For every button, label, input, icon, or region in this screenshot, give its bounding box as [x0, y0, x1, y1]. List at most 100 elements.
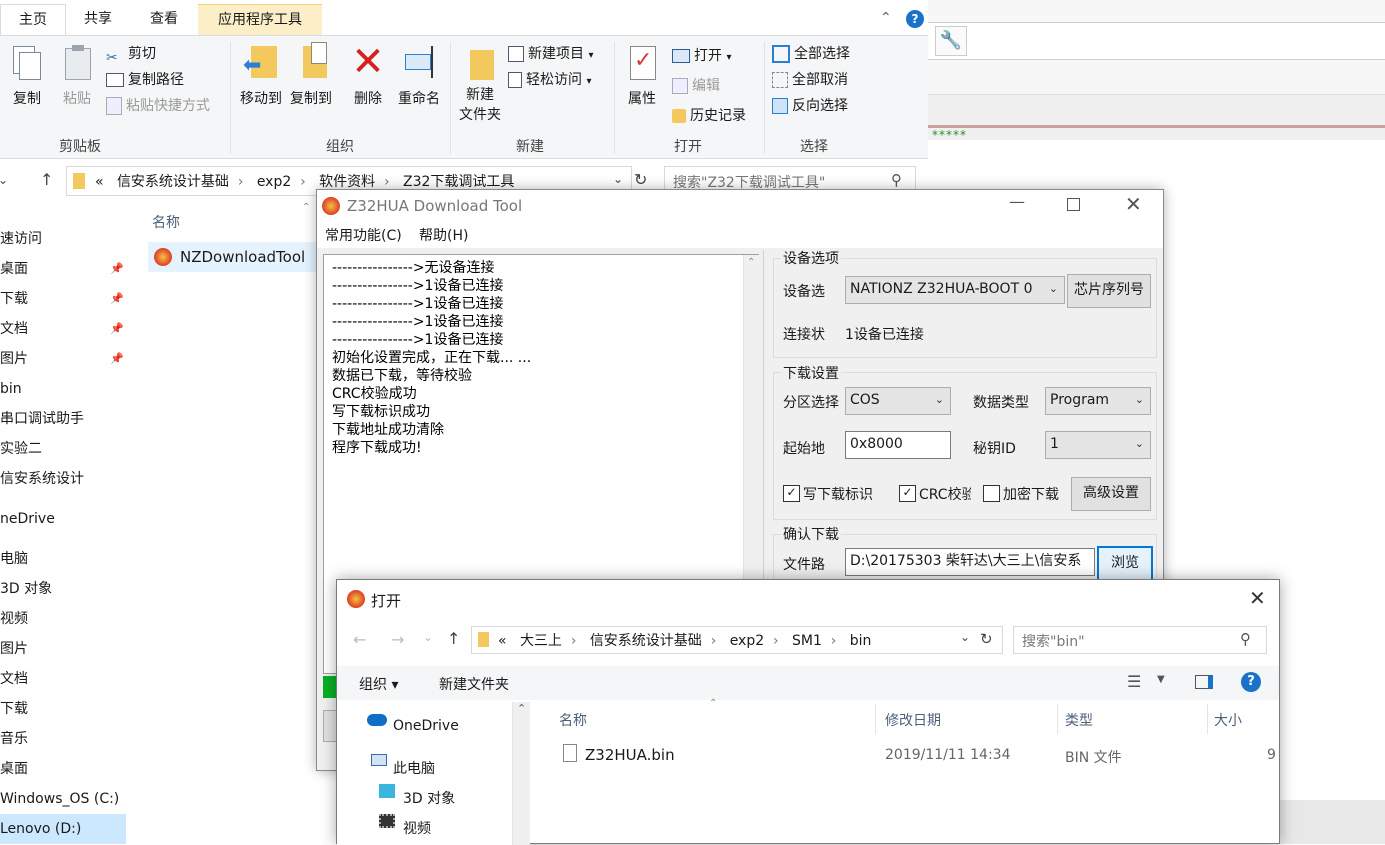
new-item-button[interactable]: 新建项目 ▾	[508, 42, 593, 66]
partition-select[interactable]: COS ⌄	[845, 387, 951, 415]
easy-access-button[interactable]: 轻松访问 ▾	[508, 68, 591, 92]
column-header-name[interactable]: 名称	[152, 212, 180, 232]
preview-pane-icon[interactable]	[1195, 675, 1213, 689]
close-icon[interactable]: ✕	[1249, 586, 1266, 610]
close-icon[interactable]: ✕	[1125, 192, 1142, 216]
select-all-button[interactable]: 全部选择	[772, 42, 850, 66]
move-to-button[interactable]: ⬅ 移动到	[236, 42, 286, 108]
nav-item-videos[interactable]: 视频	[0, 604, 28, 634]
tab-app-tools[interactable]: 应用程序工具	[198, 4, 322, 37]
datatype-select[interactable]: Program ⌄	[1045, 387, 1151, 415]
nav-item-drive-c[interactable]: Windows_OS (C:)	[0, 784, 119, 814]
tab-share[interactable]: 共享	[68, 4, 128, 36]
refresh-icon[interactable]: ↻	[980, 630, 993, 648]
dialog-address-bar[interactable]: « 大三上 › 信安系统设计基础 › exp2 › SM1 › bin ⌄ ↻	[471, 626, 1003, 654]
column-header-size[interactable]: 大小	[1214, 710, 1242, 730]
tab-home[interactable]: 主页	[0, 4, 66, 37]
chip-serial-button[interactable]: 芯片序列号	[1067, 274, 1151, 308]
key-id-select[interactable]: 1 ⌄	[1045, 431, 1151, 459]
crc-checkbox[interactable]: ✓	[899, 485, 916, 502]
nav-item-downloads[interactable]: 下载	[0, 284, 28, 314]
menu-functions[interactable]: 常用功能(C)	[325, 225, 402, 245]
invert-selection-button[interactable]: 反向选择	[772, 94, 848, 118]
delete-button[interactable]: ✕ 删除	[348, 42, 388, 108]
help-icon[interactable]: ?	[1241, 672, 1261, 692]
dialog-nav-videos[interactable]: 视频	[403, 818, 431, 838]
cut-button[interactable]: ✂ 剪切	[106, 42, 156, 66]
nav-item-exp2[interactable]: 实验二	[0, 434, 42, 464]
file-row[interactable]: NZDownloadTool	[148, 242, 316, 272]
recent-locations-icon[interactable]: ⌄	[0, 173, 8, 187]
nav-item-pictures-pc[interactable]: 图片	[0, 634, 28, 664]
encrypt-checkbox[interactable]	[983, 485, 1000, 502]
dialog-nav-3d-objects[interactable]: 3D 对象	[403, 788, 455, 808]
paste-shortcut-button[interactable]: 粘贴快捷方式	[106, 94, 210, 118]
file-path-input[interactable]: D:\20175303 柴轩达\大三上\信安系	[845, 548, 1095, 576]
nav-item-this-pc[interactable]: 电脑	[0, 544, 28, 574]
breadcrumb-item[interactable]: 信安系统设计基础	[590, 633, 702, 649]
chevron-down-icon[interactable]: ⌄	[613, 172, 623, 186]
advanced-settings-button[interactable]: 高级设置	[1071, 477, 1151, 511]
wrench-icon[interactable]: 🔧	[935, 26, 967, 56]
paste-button[interactable]: 粘贴	[56, 42, 98, 108]
breadcrumb-item[interactable]: SM1	[792, 633, 822, 649]
dialog-search-input[interactable]: 搜索"bin" ⚲	[1013, 626, 1267, 654]
breadcrumb-item[interactable]: exp2	[730, 633, 764, 649]
maximize-icon[interactable]	[1067, 198, 1080, 211]
nav-item-drive-d[interactable]: Lenovo (D:)	[0, 814, 126, 844]
file-row[interactable]: Z32HUA.bin 2019/11/11 14:34 BIN 文件 9	[551, 740, 1279, 772]
breadcrumb-item[interactable]: 信安系统设计基础	[117, 174, 229, 190]
rename-button[interactable]: 重命名	[394, 42, 444, 108]
select-none-button[interactable]: 全部取消	[772, 68, 848, 92]
up-arrow-icon[interactable]: ↑	[447, 629, 460, 648]
nav-item-quick-access[interactable]: 速访问	[0, 224, 42, 254]
edit-button[interactable]: 编辑	[672, 74, 720, 98]
nav-item-serial-tool[interactable]: 串口调试助手	[0, 404, 84, 434]
breadcrumb-overflow[interactable]: «	[95, 174, 104, 190]
dialog-nav-scrollbar[interactable]: ⌃	[513, 702, 530, 845]
column-separator[interactable]	[1057, 704, 1058, 734]
organize-menu-button[interactable]: 组织 ▾	[359, 674, 398, 694]
dialog-nav-this-pc[interactable]: 此电脑	[393, 758, 435, 778]
new-folder-button[interactable]: 新建 文件夹	[456, 42, 504, 124]
breadcrumb-item[interactable]: exp2	[257, 174, 291, 190]
breadcrumb-overflow[interactable]: «	[498, 633, 507, 649]
collapse-ribbon-icon[interactable]: ⌃	[880, 10, 892, 26]
breadcrumb-item[interactable]: bin	[850, 633, 872, 649]
nav-item-3d-objects[interactable]: 3D 对象	[0, 574, 52, 604]
chevron-down-icon[interactable]: ▼	[1157, 674, 1165, 685]
nav-item-music[interactable]: 音乐	[0, 724, 28, 754]
background-input[interactable]	[928, 22, 1385, 60]
nav-item-documents[interactable]: 文档	[0, 314, 28, 344]
nav-item-desktop[interactable]: 桌面	[0, 254, 28, 284]
nav-item-bin[interactable]: bin	[0, 374, 22, 404]
dialog-nav-onedrive[interactable]: OneDrive	[393, 718, 459, 734]
write-flag-label[interactable]: 写下载标识	[803, 484, 881, 504]
tab-view[interactable]: 查看	[134, 4, 194, 36]
write-flag-checkbox[interactable]: ✓	[783, 485, 800, 502]
copy-path-button[interactable]: 复制路径	[106, 68, 184, 92]
column-header-type[interactable]: 类型	[1065, 710, 1093, 730]
breadcrumb-item[interactable]: 软件资料	[319, 174, 375, 190]
back-arrow-icon[interactable]: ←	[353, 630, 366, 649]
scroll-up-icon[interactable]: ⌃	[747, 257, 755, 268]
device-select[interactable]: NATIONZ Z32HUA-BOOT 0 ⌄	[845, 276, 1065, 304]
browse-button[interactable]: 浏览	[1097, 546, 1153, 582]
nav-item-course[interactable]: 信安系统设计	[0, 464, 84, 494]
copy-button[interactable]: 复制	[6, 42, 48, 108]
nav-item-pictures[interactable]: 图片	[0, 344, 28, 374]
column-separator[interactable]	[1207, 704, 1208, 734]
menu-help[interactable]: 帮助(H)	[419, 225, 468, 245]
copy-to-button[interactable]: 复制到	[286, 42, 336, 108]
breadcrumb-item[interactable]: 大三上	[520, 633, 562, 649]
recent-locations-icon[interactable]: ⌄	[423, 630, 433, 644]
crc-label[interactable]: CRC校验	[919, 484, 971, 504]
nav-item-downloads-pc[interactable]: 下载	[0, 694, 28, 724]
column-separator[interactable]	[875, 704, 876, 734]
view-options-icon[interactable]: ☰	[1127, 672, 1141, 691]
history-button[interactable]: 历史记录	[672, 104, 746, 128]
nav-item-desktop-pc[interactable]: 桌面	[0, 754, 28, 784]
forward-arrow-icon[interactable]: →	[391, 630, 404, 649]
chevron-down-icon[interactable]: ⌄	[960, 630, 970, 644]
encrypt-label[interactable]: 加密下载	[1003, 484, 1061, 504]
